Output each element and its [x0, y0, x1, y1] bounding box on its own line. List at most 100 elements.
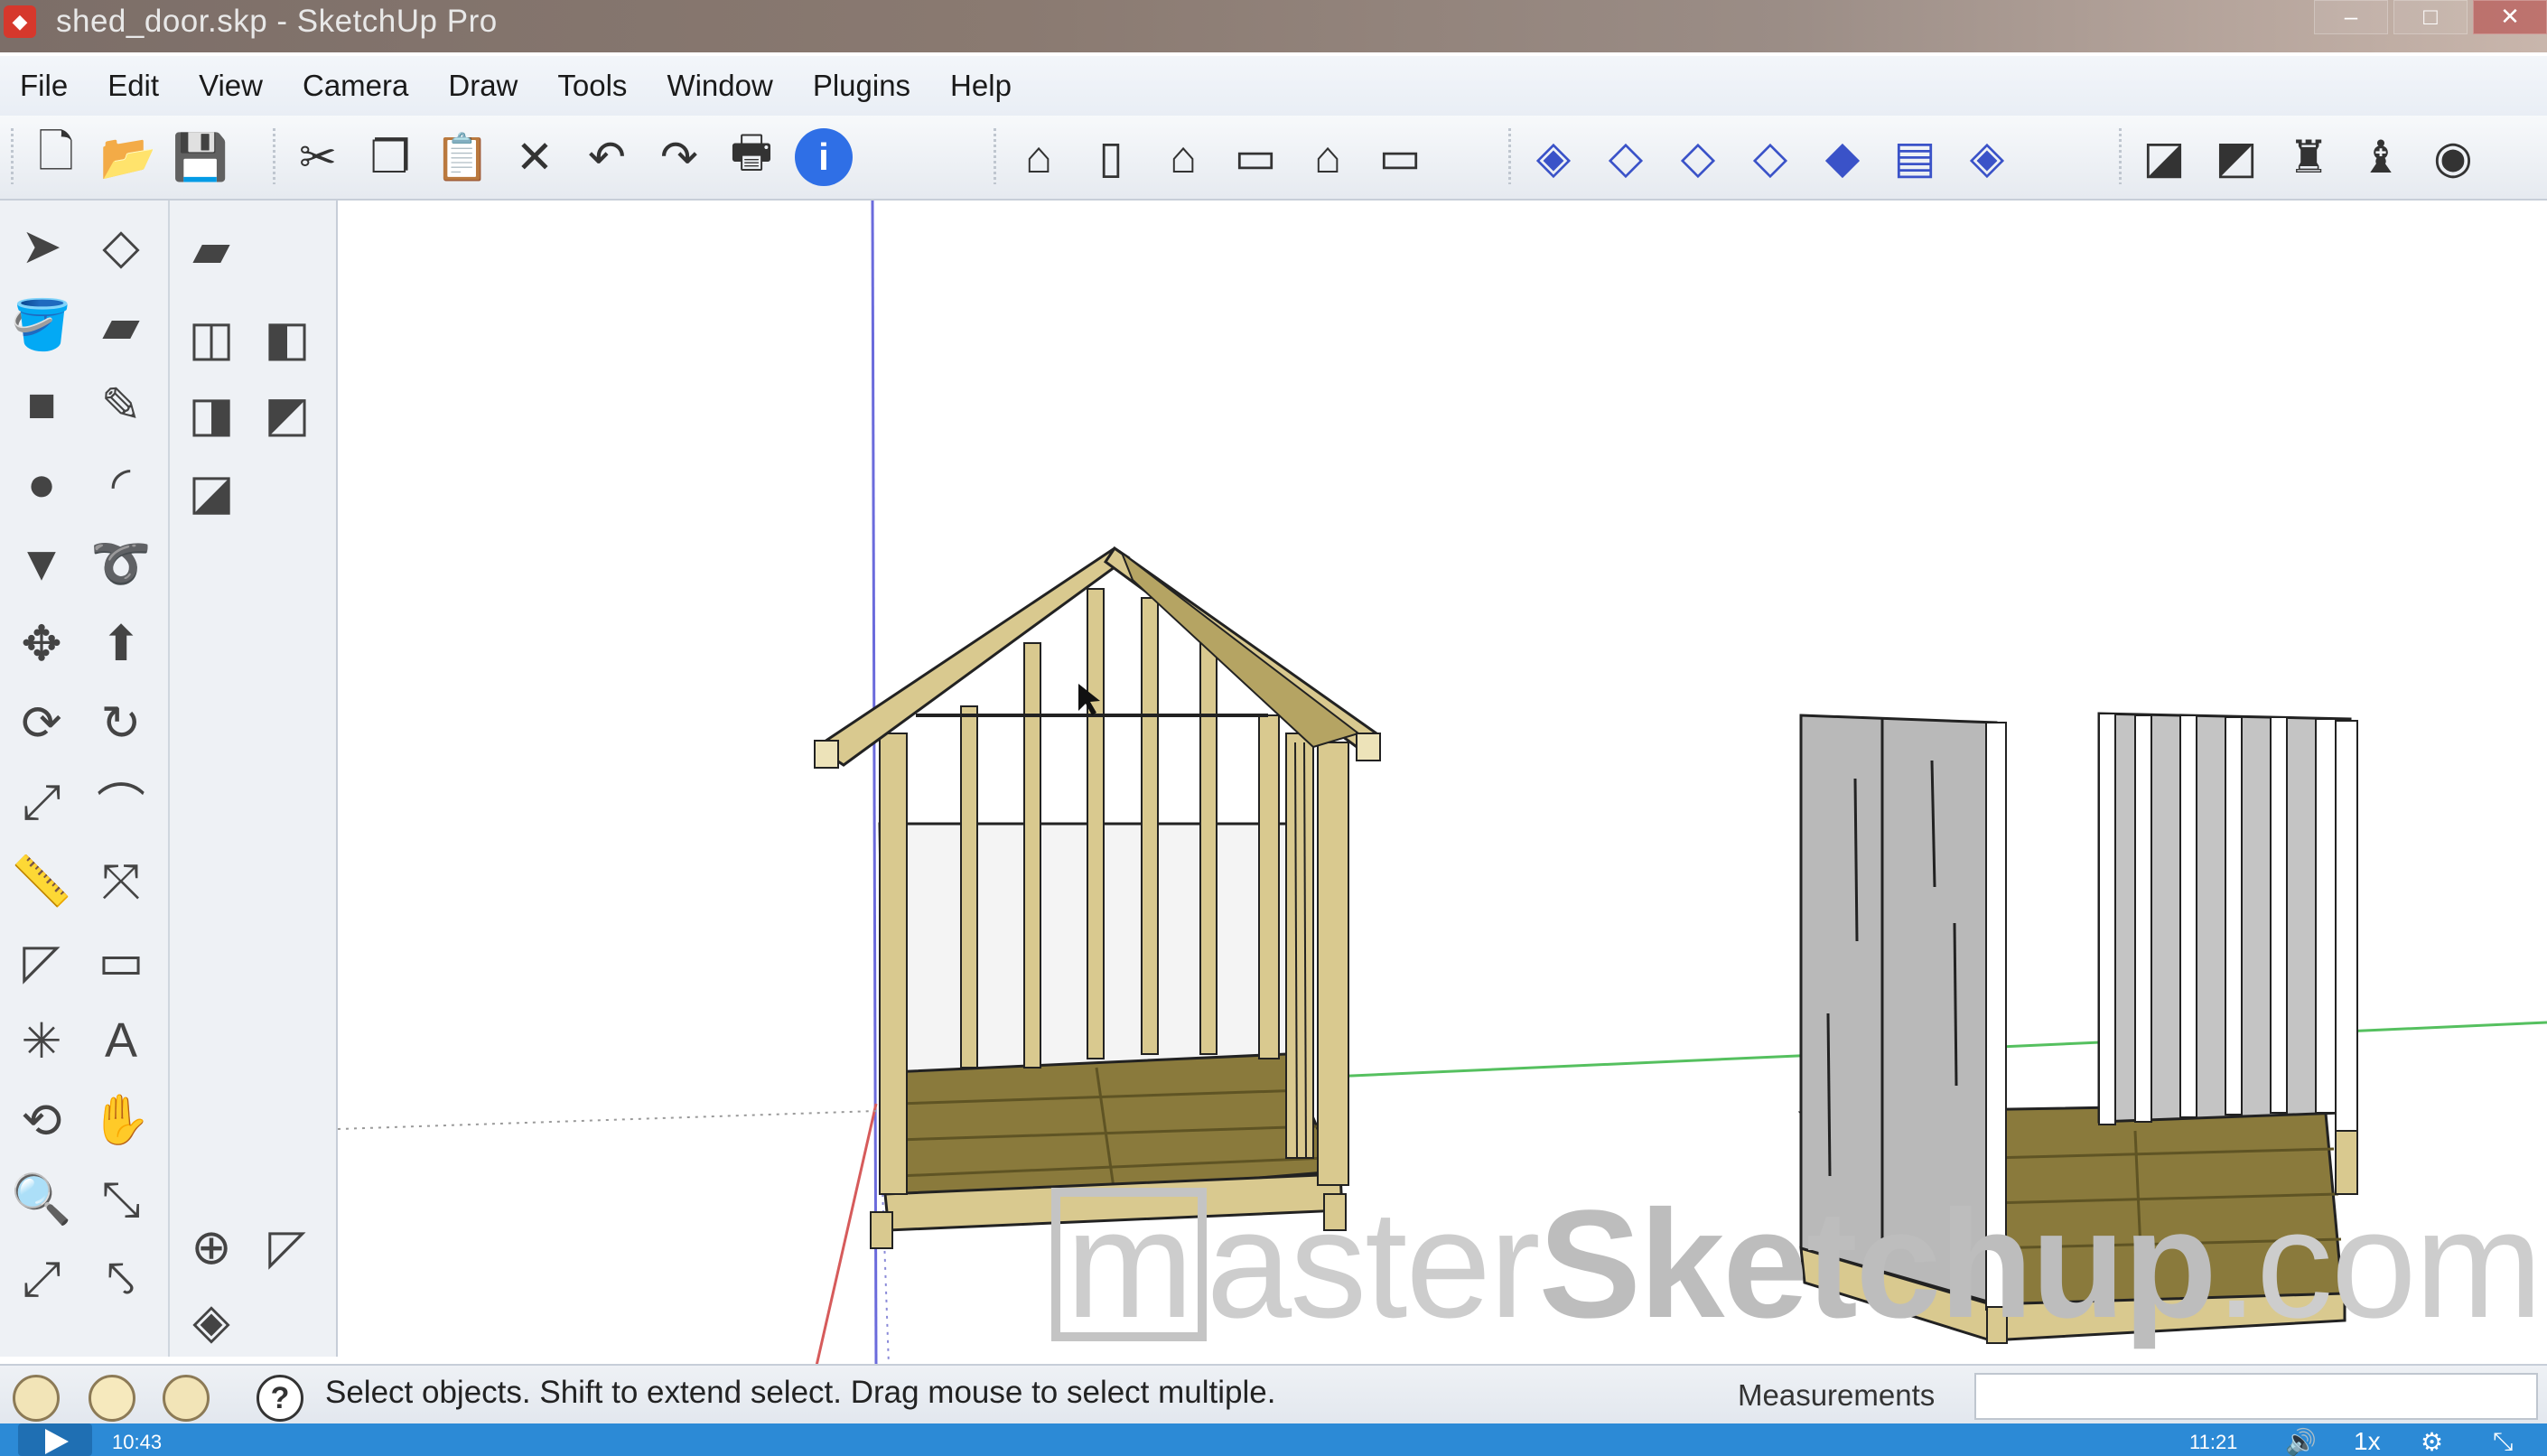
split-icon[interactable]: ◪: [173, 455, 249, 527]
red-axis-dotted: [338, 1110, 877, 1130]
extension-warehouse-icon[interactable]: ♜: [2272, 123, 2345, 191]
volume-icon[interactable]: 🔊: [2285, 1427, 2317, 1456]
menu-draw[interactable]: Draw: [448, 69, 518, 103]
zoom-window-tool-icon[interactable]: ⤡: [83, 1163, 159, 1236]
previous-view-icon[interactable]: ⤣: [83, 1243, 159, 1315]
zoom-tool-icon[interactable]: 🔍: [4, 1163, 79, 1236]
monochrome-icon[interactable]: ▤: [1879, 123, 1951, 191]
select-tool-icon[interactable]: ➤: [4, 210, 79, 282]
print-icon[interactable]: 🖶: [715, 123, 788, 191]
text-tool-icon[interactable]: ▭: [83, 925, 159, 997]
offset-tool-icon[interactable]: ⌒: [83, 766, 159, 838]
new-icon[interactable]: 🗋: [20, 123, 92, 191]
paint-bucket-icon[interactable]: 🪣: [4, 289, 79, 361]
shed-frame-model[interactable]: [814, 546, 1381, 1249]
window-controls: – □ ✕: [2309, 0, 2547, 36]
top-view-icon[interactable]: ▯: [1075, 123, 1147, 191]
drawing-viewport[interactable]: masterSketchup.com: [338, 201, 2547, 1366]
get-models-icon[interactable]: ◪: [2128, 123, 2200, 191]
views-toolbar-group: ⌂ ▯ ⌂ ▭ ⌂ ▭: [994, 123, 1436, 191]
account-icon[interactable]: [163, 1375, 210, 1422]
play-button[interactable]: [18, 1423, 92, 1456]
arc-tool-icon[interactable]: ◜: [83, 448, 159, 520]
iso-view-icon[interactable]: ⌂: [1003, 123, 1075, 191]
zoom-extents-tool-icon[interactable]: ⤢: [4, 1243, 79, 1315]
cut-icon[interactable]: ✂: [282, 123, 354, 191]
menu-window[interactable]: Window: [667, 69, 772, 103]
make-component-icon[interactable]: ◇: [83, 210, 159, 282]
freehand-tool-icon[interactable]: ➰: [83, 527, 159, 600]
rotate-tool-icon[interactable]: ⟳: [4, 686, 79, 759]
paste-icon[interactable]: 📋: [426, 123, 499, 191]
sketchup-logo-icon: ◆: [4, 5, 36, 38]
right-view-icon[interactable]: ▭: [1219, 123, 1292, 191]
credits-icon[interactable]: [89, 1375, 135, 1422]
shaded-icon[interactable]: ◇: [1734, 123, 1806, 191]
video-duration: 11:21: [2189, 1431, 2238, 1453]
walk-tool-icon[interactable]: ◸: [249, 1210, 325, 1283]
polygon-tool-icon[interactable]: ▼: [4, 527, 79, 600]
menu-plugins[interactable]: Plugins: [813, 69, 910, 103]
trim-icon[interactable]: ◩: [249, 378, 325, 450]
rectangle-tool-icon[interactable]: ■: [4, 369, 79, 441]
subtract-icon[interactable]: ◨: [173, 378, 249, 450]
push-pull-tool-icon[interactable]: ⬆: [83, 607, 159, 679]
back-view-icon[interactable]: ⌂: [1292, 123, 1364, 191]
xray-icon[interactable]: ◈: [1517, 123, 1590, 191]
save-icon[interactable]: 💾: [164, 123, 237, 191]
settings-gear-icon[interactable]: ⚙: [2421, 1427, 2443, 1456]
menu-help[interactable]: Help: [950, 69, 1012, 103]
shaded-textures-icon[interactable]: ◆: [1806, 123, 1879, 191]
menu-edit[interactable]: Edit: [107, 69, 159, 103]
axes-tool-icon[interactable]: ✳: [4, 1004, 79, 1077]
scale-tool-icon[interactable]: ⤢: [4, 766, 79, 838]
video-player-bar: 10:43 11:21 🔊 1x ⚙ ⤡: [0, 1423, 2547, 1456]
help-icon[interactable]: ?: [257, 1375, 303, 1422]
open-icon[interactable]: 📂: [92, 123, 164, 191]
blue-axis: [871, 201, 878, 1366]
intersect-icon[interactable]: ◫: [173, 302, 249, 374]
close-button[interactable]: ✕: [2473, 0, 2547, 34]
palette-divider: [168, 201, 170, 1357]
share-component-icon[interactable]: ♝: [2345, 123, 2417, 191]
dimension-tool-icon[interactable]: ⤧: [83, 845, 159, 918]
left-view-icon[interactable]: ▭: [1364, 123, 1436, 191]
circle-tool-icon[interactable]: ●: [4, 448, 79, 520]
pan-tool-icon[interactable]: ✋: [83, 1084, 159, 1156]
protractor-tool-icon[interactable]: ◸: [4, 925, 79, 997]
3d-text-tool-icon[interactable]: A: [83, 1004, 159, 1077]
display-mode-icon[interactable]: ◈: [1951, 123, 2023, 191]
erase-icon[interactable]: ✕: [499, 123, 571, 191]
move-tool-icon[interactable]: ✥: [4, 607, 79, 679]
position-camera-icon[interactable]: ⊕: [173, 1210, 249, 1283]
model-info-glyph: i: [795, 128, 853, 186]
hidden-line-icon[interactable]: ◇: [1662, 123, 1734, 191]
union-icon[interactable]: ◧: [249, 302, 325, 374]
eraser-tool-icon[interactable]: ▰: [83, 289, 159, 361]
warehouse-toolbar-group: ◪ ◩ ♜ ♝ ◉: [2119, 123, 2489, 191]
playback-speed[interactable]: 1x: [2354, 1427, 2381, 1456]
follow-me-tool-icon[interactable]: ↻: [83, 686, 159, 759]
front-view-icon[interactable]: ⌂: [1147, 123, 1219, 191]
outer-shell-icon[interactable]: ▰: [173, 213, 249, 285]
maximize-button[interactable]: □: [2393, 0, 2468, 34]
model-info-icon[interactable]: i: [788, 123, 860, 191]
orbit-tool-icon[interactable]: ⟲: [4, 1084, 79, 1156]
geolocation-icon[interactable]: [13, 1375, 60, 1422]
undo-icon[interactable]: ↶: [571, 123, 643, 191]
menu-camera[interactable]: Camera: [303, 69, 408, 103]
measurements-input[interactable]: [1974, 1373, 2538, 1420]
copy-icon[interactable]: ❐: [354, 123, 426, 191]
menu-file[interactable]: File: [20, 69, 68, 103]
share-model-icon[interactable]: ◩: [2200, 123, 2272, 191]
wireframe-icon[interactable]: ◇: [1590, 123, 1662, 191]
redo-icon[interactable]: ↷: [643, 123, 715, 191]
tape-measure-tool-icon[interactable]: 📏: [4, 845, 79, 918]
look-around-icon[interactable]: ◈: [173, 1284, 249, 1357]
menu-view[interactable]: View: [199, 69, 263, 103]
exit-fullscreen-icon[interactable]: ⤡: [2493, 1427, 2513, 1456]
line-tool-icon[interactable]: ✎: [83, 369, 159, 441]
minimize-button[interactable]: –: [2314, 0, 2388, 34]
google-earth-icon[interactable]: ◉: [2417, 123, 2489, 191]
menu-tools[interactable]: Tools: [557, 69, 627, 103]
